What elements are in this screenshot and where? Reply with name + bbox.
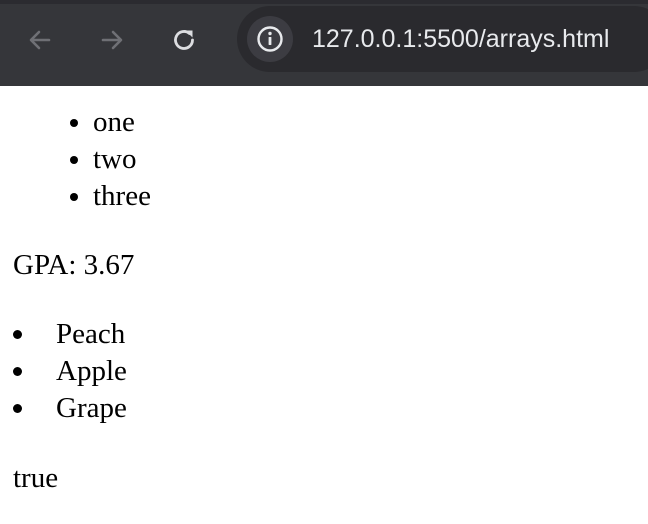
list-item-label: Peach [56, 318, 126, 350]
list-item: one [93, 104, 151, 141]
toolbar-top-edge [0, 0, 648, 4]
fruits-list: Peach Apple Grape [13, 316, 127, 427]
numbers-list: one two three [93, 104, 151, 215]
url-text[interactable]: 127.0.0.1:5500/arrays.html [312, 22, 609, 56]
bullet-icon [13, 367, 22, 376]
list-item: two [93, 141, 151, 178]
address-bar[interactable]: 127.0.0.1:5500/arrays.html [237, 6, 648, 72]
list-item: Apple [13, 353, 127, 390]
bullet-icon [13, 404, 22, 413]
list-item: Peach [13, 316, 127, 353]
gpa-text: GPA: 3.67 [13, 249, 135, 281]
result-text: true [13, 462, 59, 494]
reload-icon [174, 30, 194, 50]
browser-toolbar: 127.0.0.1:5500/arrays.html [0, 0, 648, 86]
reload-button[interactable] [164, 20, 204, 60]
back-button[interactable] [20, 20, 60, 60]
site-info-button[interactable] [247, 16, 293, 62]
list-item: Grape [13, 390, 127, 427]
list-item-label: Grape [56, 392, 127, 424]
arrow-left-icon [29, 30, 51, 50]
info-icon [257, 26, 283, 52]
arrow-right-icon [101, 30, 123, 50]
page-content: one two three GPA: 3.67 Peach Apple Grap… [0, 86, 648, 524]
list-item-label: Apple [56, 355, 127, 387]
bullet-icon [13, 330, 22, 339]
list-item: three [93, 178, 151, 215]
forward-button[interactable] [92, 20, 132, 60]
